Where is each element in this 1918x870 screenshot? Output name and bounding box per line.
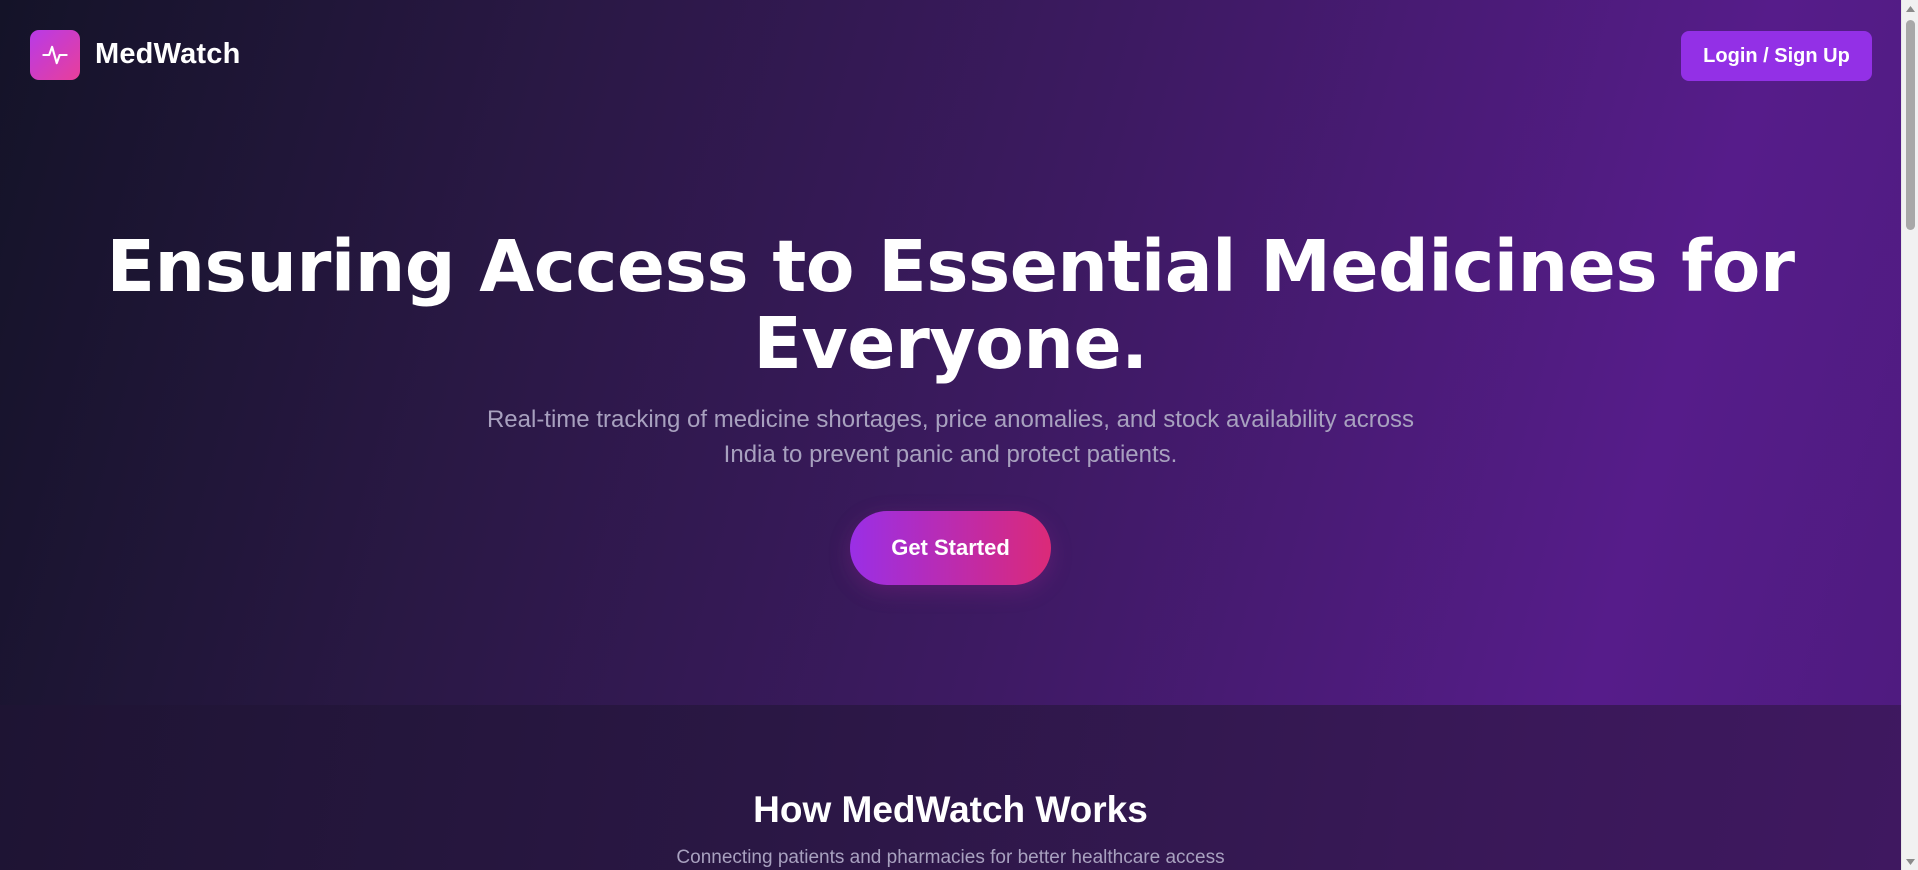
hero-title-line-1: Ensuring Access to Essential Medicines f… — [106, 225, 1795, 308]
hero-title: Ensuring Access to Essential Medicines f… — [0, 228, 1901, 382]
section-subtitle: Connecting patients and pharmacies for b… — [676, 847, 1225, 868]
hero-section: MedWatch Login / Sign Up Ensuring Access… — [0, 0, 1901, 705]
browser-viewport: MedWatch Login / Sign Up Ensuring Access… — [0, 0, 1918, 870]
brand-name[interactable]: MedWatch — [95, 38, 241, 71]
scrollbar-thumb[interactable] — [1906, 20, 1915, 230]
hero-title-line-2: Everyone. — [753, 302, 1148, 385]
navbar: MedWatch Login / Sign Up — [0, 0, 1901, 112]
vertical-scrollbar[interactable] — [1901, 0, 1918, 870]
heartbeat-pulse-icon — [42, 45, 68, 65]
section-title: How MedWatch Works — [753, 789, 1148, 830]
get-started-button[interactable]: Get Started — [850, 511, 1051, 585]
how-it-works-section: How MedWatch Works Connecting patients a… — [0, 705, 1901, 870]
logo[interactable] — [30, 30, 80, 80]
page: MedWatch Login / Sign Up Ensuring Access… — [0, 0, 1901, 870]
hero-subtitle: Real-time tracking of medicine shortages… — [486, 406, 1415, 468]
scroll-down-arrow-icon[interactable] — [1902, 853, 1918, 870]
scroll-up-arrow-icon[interactable] — [1902, 0, 1918, 17]
login-signup-button[interactable]: Login / Sign Up — [1681, 31, 1872, 81]
